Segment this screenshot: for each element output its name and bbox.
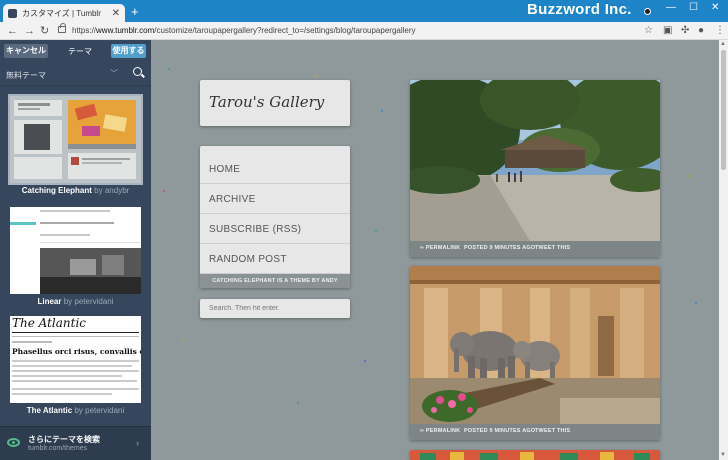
lock-icon[interactable] [58,23,66,33]
theme-filter-select[interactable]: 無料テーマ [6,70,46,81]
permalink-link[interactable]: ∞ PERMALINK [420,245,460,251]
profile-icon[interactable]: ● [698,25,704,36]
post-meta-bar: ∞ PERMALINK POSTED 9 MINUTES AGO TWEET T… [410,424,660,440]
profile-dot-icon [644,8,651,15]
minimize-icon[interactable]: — [666,2,676,13]
extension-badge-icon[interactable]: ▣ [663,25,672,36]
url-path: /customize/taroupapergallery?redirect_to… [154,26,416,35]
use-theme-button[interactable]: 使用する [111,44,146,58]
post-photo-elephants[interactable] [410,266,660,424]
theme-author: petervidani [85,406,125,415]
url-prefix: https:// [72,26,97,35]
tumblr-favicon-icon [8,8,17,18]
atlantic-thumb-heading: Phasellus orci risus, convallis eu [12,347,141,356]
more-themes-link[interactable]: さらにテーマを検索 tumblr.com/themes › [0,426,151,460]
menu-icon[interactable]: ⋮ [715,25,725,36]
theme-card-linear[interactable]: Linear by petervidani [10,207,141,306]
post-card: ∞ PERMALINK POSTED 9 MINUTES AGO TWEET T… [410,80,660,257]
menu-item-label: SUBSCRIBE (RSS) [209,224,302,235]
browser-tab[interactable]: カスタマイズ | Tumblr ✕ [3,4,125,22]
new-tab-button[interactable]: + [131,5,139,18]
park-photo-image [410,80,660,241]
tab-title: カスタマイズ | Tumblr [22,8,101,18]
posted-time-link[interactable]: POSTED 9 MINUTES AGO [464,428,535,434]
extensions-icon[interactable]: ✣ [681,25,689,36]
maximize-icon[interactable]: ☐ [689,2,698,13]
blog-title-link[interactable]: Tarou's Gallery [200,80,350,126]
theme-thumbnail: The Atlantic Phasellus orci risus, conva… [10,316,141,403]
theme-card-caption: Catching Elephant by andybr [10,186,141,195]
theme-name: Linear [37,297,62,306]
eye-icon [7,438,20,447]
post-meta-bar: ∞ PERMALINK POSTED 9 MINUTES AGO TWEET T… [410,241,660,257]
theme-name: The Atlantic [26,406,73,415]
post-card-partial[interactable] [410,450,660,460]
browser-toolbar: ← → ↻ https://www.tumblr.com/customize/t… [0,22,728,40]
search-icon[interactable] [133,67,142,76]
blog-title: Tarou's Gallery [209,93,325,111]
more-themes-title: さらにテーマを検索 [28,435,100,444]
menu-item-random-post[interactable]: RANDOM POST [200,244,350,274]
theme-by: by [74,406,83,415]
menu-item-home[interactable]: HOME [200,154,350,184]
blog-preview: Tarou's Gallery HOME ARCHIVE SUBSCRIBE (… [151,40,719,460]
theme-filter-row: 無料テーマ ﹀ [0,62,151,86]
more-themes-url: tumblr.com/themes [28,445,88,452]
menu-item-label: ARCHIVE [209,194,256,205]
theme-card-the-atlantic[interactable]: The Atlantic Phasellus orci risus, conva… [10,316,141,415]
menu-item-subscribe[interactable]: SUBSCRIBE (RSS) [200,214,350,244]
theme-credit[interactable]: CATCHING ELEPHANT IS A THEME BY ANDY TAY… [200,274,350,288]
post-photo-park[interactable] [410,80,660,241]
theme-name: Catching Elephant [21,186,92,195]
permalink-link[interactable]: ∞ PERMALINK [420,428,460,434]
reload-icon[interactable]: ↻ [40,24,49,38]
tweet-this-link[interactable]: TWEET THIS [535,428,570,434]
scroll-up-icon[interactable]: ▲ [720,41,726,47]
post-card: ∞ PERMALINK POSTED 9 MINUTES AGO TWEET T… [410,266,660,440]
browser-titlebar: カスタマイズ | Tumblr ✕ + Buzzword Inc. — ☐ ✕ [0,0,728,22]
theme-card-caption: Linear by petervidani [10,297,141,306]
posted-time-link[interactable]: POSTED 9 MINUTES AGO [464,245,535,251]
chevron-down-icon[interactable]: ﹀ [110,68,118,79]
back-icon[interactable]: ← [7,24,18,38]
chevron-right-icon: › [136,438,139,448]
cancel-button[interactable]: キャンセル [4,44,48,58]
partial-photo-image [410,450,660,460]
tweet-this-link[interactable]: TWEET THIS [535,245,570,251]
brand-text: Buzzword Inc. [527,1,632,18]
panel-title: テーマ [68,47,92,56]
elephant-photo-image [410,266,660,424]
theme-author: andybr [104,186,130,195]
menu-item-label: HOME [209,164,241,175]
tab-close-icon[interactable]: ✕ [112,8,120,19]
blog-search-input[interactable] [200,299,350,318]
forward-icon[interactable]: → [24,24,35,38]
theme-card-caption: The Atlantic by petervidani [10,406,141,415]
blog-menu: HOME ARCHIVE SUBSCRIBE (RSS) RANDOM POST… [200,146,350,288]
star-icon[interactable]: ☆ [644,25,653,36]
scrollbar-thumb[interactable] [721,50,726,170]
theme-card-catching-elephant[interactable]: Catching Elephant by andybr [8,94,143,195]
close-window-icon[interactable]: ✕ [711,2,719,13]
address-bar[interactable]: https://www.tumblr.com/customize/taroupa… [72,26,416,35]
theme-thumbnail [8,94,143,185]
theme-by: by [94,186,103,195]
theme-author: petervidani [74,297,114,306]
theme-panel: キャンセル テーマ 使用する 無料テーマ ﹀ Catching Elephant… [0,40,151,460]
atlantic-thumb-title: The Atlantic [12,316,87,330]
menu-item-label: RANDOM POST [209,254,287,265]
scroll-down-icon[interactable]: ▼ [720,452,726,458]
theme-by: by [63,297,73,306]
menu-item-archive[interactable]: ARCHIVE [200,184,350,214]
url-host: www.tumblr.com [96,26,155,35]
panel-header: キャンセル テーマ 使用する [0,40,151,62]
theme-thumbnail [10,207,141,294]
